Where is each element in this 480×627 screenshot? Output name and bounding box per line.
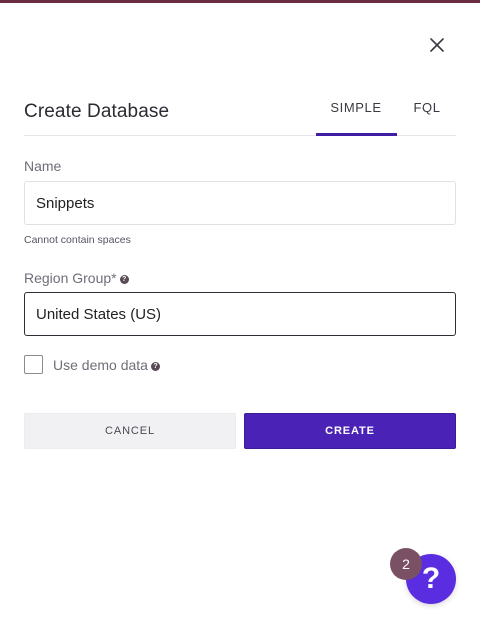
question-mark-icon: ? bbox=[421, 562, 441, 595]
demo-data-checkbox[interactable] bbox=[24, 355, 43, 374]
region-group-label-text: Region Group* bbox=[24, 270, 117, 286]
dialog-title: Create Database bbox=[24, 101, 170, 122]
cancel-button[interactable]: CANCEL bbox=[24, 413, 236, 449]
create-button[interactable]: CREATE bbox=[244, 413, 456, 449]
region-group-select[interactable]: United States (US) bbox=[24, 292, 456, 336]
close-button[interactable] bbox=[424, 32, 450, 58]
name-label: Name bbox=[24, 158, 62, 174]
region-group-label: Region Group* ? bbox=[24, 270, 129, 286]
name-input[interactable]: Snippets bbox=[24, 181, 456, 225]
close-icon bbox=[430, 38, 444, 52]
help-icon[interactable]: ? bbox=[119, 274, 129, 284]
demo-data-label-text: Use demo data bbox=[53, 357, 148, 373]
active-tab-indicator bbox=[316, 133, 397, 136]
tab-simple[interactable]: SIMPLE bbox=[316, 100, 396, 136]
demo-data-label: Use demo data ? bbox=[53, 357, 160, 373]
help-icon[interactable]: ? bbox=[150, 361, 160, 371]
notification-badge[interactable]: 2 bbox=[390, 548, 422, 580]
tab-fql[interactable]: FQL bbox=[400, 100, 454, 136]
name-hint: Cannot contain spaces bbox=[24, 234, 131, 246]
top-edge-bar bbox=[0, 0, 480, 3]
create-database-dialog: Create Database SIMPLE FQL Name Snippets… bbox=[0, 0, 480, 627]
